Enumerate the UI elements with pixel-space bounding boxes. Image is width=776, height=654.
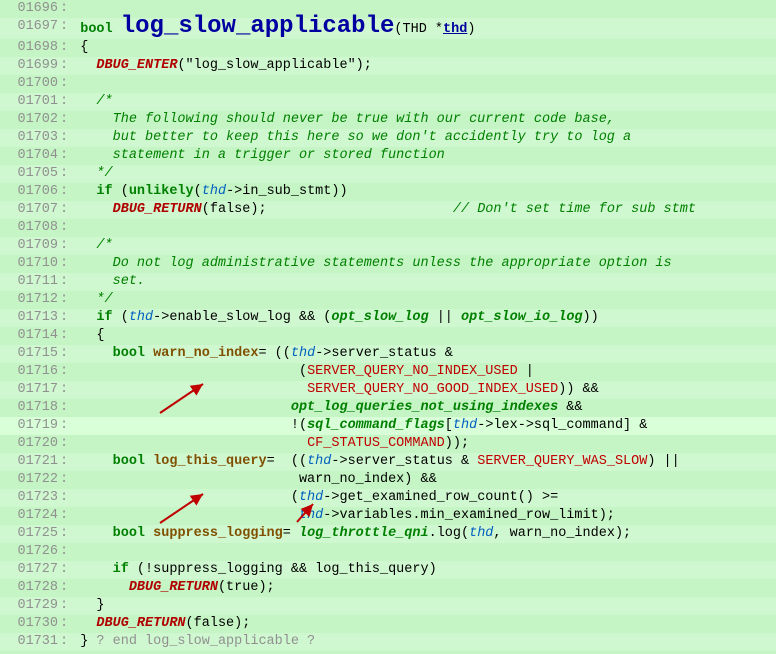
line-number: 01720 (0, 435, 60, 453)
line-number: 01713 (0, 309, 60, 327)
code-listing: 01696: 01697: bool log_slow_applicable(T… (0, 0, 776, 651)
code-line: 01719: !(sql_command_flags[thd->lex->sql… (0, 417, 776, 435)
code-line: 01709: /* (0, 237, 776, 255)
line-number: 01705 (0, 165, 60, 183)
code-line: 01722: warn_no_index) && (0, 471, 776, 489)
line-number: 01711 (0, 273, 60, 291)
line-number: 01698 (0, 39, 60, 57)
code-line: 01708: (0, 219, 776, 237)
line-number: 01724 (0, 507, 60, 525)
code-line: 01721: bool log_this_query= ((thd->serve… (0, 453, 776, 471)
line-number: 01714 (0, 327, 60, 345)
line-number: 01712 (0, 291, 60, 309)
line-number: 01721 (0, 453, 60, 471)
code-line: 01726: (0, 543, 776, 561)
line-number: 01710 (0, 255, 60, 273)
line-number: 01696 (0, 0, 60, 18)
code-line: 01702: The following should never be tru… (0, 111, 776, 129)
code-line: 01712: */ (0, 291, 776, 309)
var-log-this-query: log_this_query (153, 454, 266, 469)
line-number: 01703 (0, 129, 60, 147)
line-number: 01706 (0, 183, 60, 201)
var-warn-no-index: warn_no_index (153, 346, 258, 361)
code-line: 01700: (0, 75, 776, 93)
function-name: log_slow_applicable (121, 13, 395, 40)
code-line: 01725: bool suppress_logging= log_thrott… (0, 525, 776, 543)
line-number: 01701 (0, 93, 60, 111)
line-number: 01715 (0, 345, 60, 363)
code-line: 01698: { (0, 39, 776, 57)
code-line: 01724: thd->variables.min_examined_row_l… (0, 507, 776, 525)
code-line: 01699: DBUG_ENTER("log_slow_applicable")… (0, 57, 776, 75)
line-number: 01722 (0, 471, 60, 489)
code-line: 01697: bool log_slow_applicable(THD *thd… (0, 18, 776, 39)
line-number: 01700 (0, 75, 60, 93)
line-number: 01726 (0, 543, 60, 561)
code-line: 01710: Do not log administrative stateme… (0, 255, 776, 273)
code-line: 01718: opt_log_queries_not_using_indexes… (0, 399, 776, 417)
line-number: 01709 (0, 237, 60, 255)
line-number: 01702 (0, 111, 60, 129)
line-number: 01716 (0, 363, 60, 381)
line-number: 01704 (0, 147, 60, 165)
code-line: 01705: */ (0, 165, 776, 183)
code-line: 01716: (SERVER_QUERY_NO_INDEX_USED | (0, 363, 776, 381)
line-number: 01730 (0, 615, 60, 633)
line-number: 01729 (0, 597, 60, 615)
code-line: 01711: set. (0, 273, 776, 291)
code-line: 01729: } (0, 597, 776, 615)
code-line: 01715: bool warn_no_index= ((thd->server… (0, 345, 776, 363)
line-number: 01719 (0, 417, 60, 435)
line-number: 01718 (0, 399, 60, 417)
code-line: 01714: { (0, 327, 776, 345)
line-number: 01708 (0, 219, 60, 237)
line-number: 01717 (0, 381, 60, 399)
code-line: 01720: CF_STATUS_COMMAND)); (0, 435, 776, 453)
code-line: 01728: DBUG_RETURN(true); (0, 579, 776, 597)
line-number: 01707 (0, 201, 60, 219)
line-number: 01727 (0, 561, 60, 579)
code-line: 01701: /* (0, 93, 776, 111)
code-line: 01707: DBUG_RETURN(false); // Don't set … (0, 201, 776, 219)
line-number: 01697 (0, 18, 60, 39)
code-line: 01723: (thd->get_examined_row_count() >= (0, 489, 776, 507)
code-line: 01730: DBUG_RETURN(false); (0, 615, 776, 633)
line-number: 01731 (0, 633, 60, 651)
code-line: 01706: if (unlikely(thd->in_sub_stmt)) (0, 183, 776, 201)
code-line: 01703: but better to keep this here so w… (0, 129, 776, 147)
line-number: 01728 (0, 579, 60, 597)
line-number: 01725 (0, 525, 60, 543)
code-line: 01727: if (!suppress_logging && log_this… (0, 561, 776, 579)
code-line: 01717: SERVER_QUERY_NO_GOOD_INDEX_USED))… (0, 381, 776, 399)
code-line: 01731: } ? end log_slow_applicable ? (0, 633, 776, 651)
line-number: 01699 (0, 57, 60, 75)
line-number: 01723 (0, 489, 60, 507)
code-line: 01704: statement in a trigger or stored … (0, 147, 776, 165)
code-line: 01713: if (thd->enable_slow_log && (opt_… (0, 309, 776, 327)
